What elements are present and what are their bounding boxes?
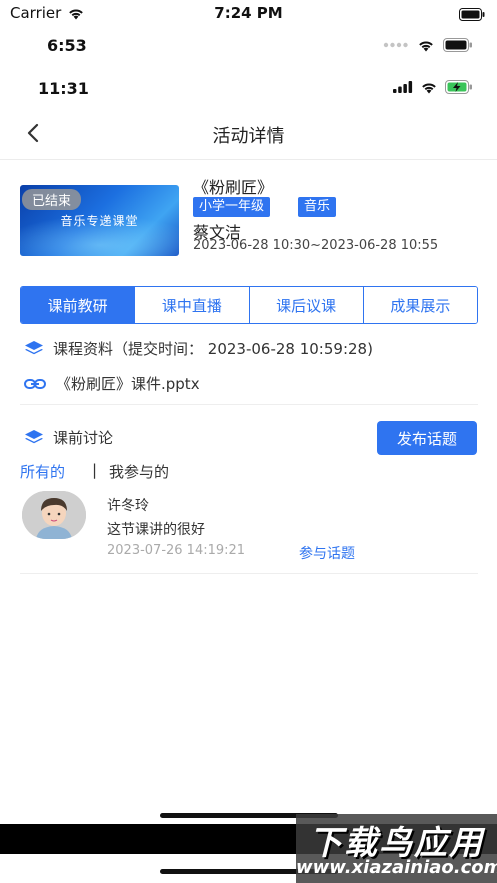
wifi-icon: [422, 83, 436, 93]
filter-mine[interactable]: 我参与的: [109, 461, 169, 482]
battery-icon: [443, 38, 472, 52]
layers-icon: [25, 429, 43, 443]
material-file-name: 《粉刷匠》课件.pptx: [56, 375, 200, 393]
post-content: 这节课讲的很好: [107, 522, 205, 538]
status-bar-time: 11:31: [38, 79, 89, 98]
battery-charging-icon: [445, 80, 472, 94]
cellular-signal-icon: [393, 81, 413, 93]
materials-section-header: 课程资料（提交时间： 2023-06-28 10:59:28): [24, 338, 373, 359]
publish-topic-button[interactable]: 发布话题: [377, 421, 477, 455]
status-badge: 已结束: [22, 189, 82, 210]
cover-caption: 音乐专递课堂: [60, 214, 139, 228]
filter-all[interactable]: 所有的: [20, 461, 65, 482]
post-divider: [20, 573, 478, 574]
materials-heading: 课程资料（提交时间： 2023-06-28 10:59:28): [53, 340, 373, 358]
layers-icon: [25, 340, 43, 354]
post-author: 许冬玲: [107, 498, 149, 514]
status-bar-time: 6:53: [47, 36, 87, 55]
activity-cover-image[interactable]: 已结束 音乐专递课堂: [20, 185, 179, 256]
nav-divider: [0, 159, 497, 160]
post-timestamp: 2023-07-26 14:19:21: [107, 543, 246, 558]
tab-post-class-review[interactable]: 课后议课: [249, 287, 364, 323]
watermark-logo: 下载鸟应用 www.xiazainiao.com: [296, 814, 497, 883]
status-bar-icons: [393, 80, 473, 94]
outer-status-time: 7:24 PM: [214, 4, 283, 22]
section-divider: [20, 404, 478, 405]
status-bar-icons: [383, 38, 473, 52]
discussion-section-header: 课前讨论: [24, 427, 113, 448]
tab-pre-class-research[interactable]: 课前教研: [21, 287, 136, 323]
activity-tabs: 课前教研 课中直播 课后议课 成果展示: [20, 286, 478, 324]
grade-tag: 小学一年级: [193, 197, 271, 217]
tab-live-class[interactable]: 课中直播: [135, 287, 250, 323]
join-topic-link[interactable]: 参与话题: [299, 543, 355, 563]
tab-results[interactable]: 成果展示: [363, 287, 477, 323]
activity-title: 《粉刷匠》: [193, 178, 274, 197]
avatar: [22, 491, 86, 539]
subject-tag: 音乐: [298, 197, 337, 217]
wifi-icon: [419, 41, 433, 51]
material-file-link[interactable]: 《粉刷匠》课件.pptx: [24, 373, 200, 394]
signal-dots-icon: [383, 42, 408, 48]
page-title: 活动详情: [212, 126, 285, 147]
battery-icon: [459, 6, 485, 25]
discussion-heading: 课前讨论: [53, 429, 114, 447]
watermark-url: www.xiazainiao.com: [296, 857, 497, 878]
link-icon: [24, 378, 46, 389]
activity-time-range: 2023-06-28 10:30~2023-06-28 10:55: [193, 238, 439, 253]
filter-separator: |: [92, 461, 98, 479]
